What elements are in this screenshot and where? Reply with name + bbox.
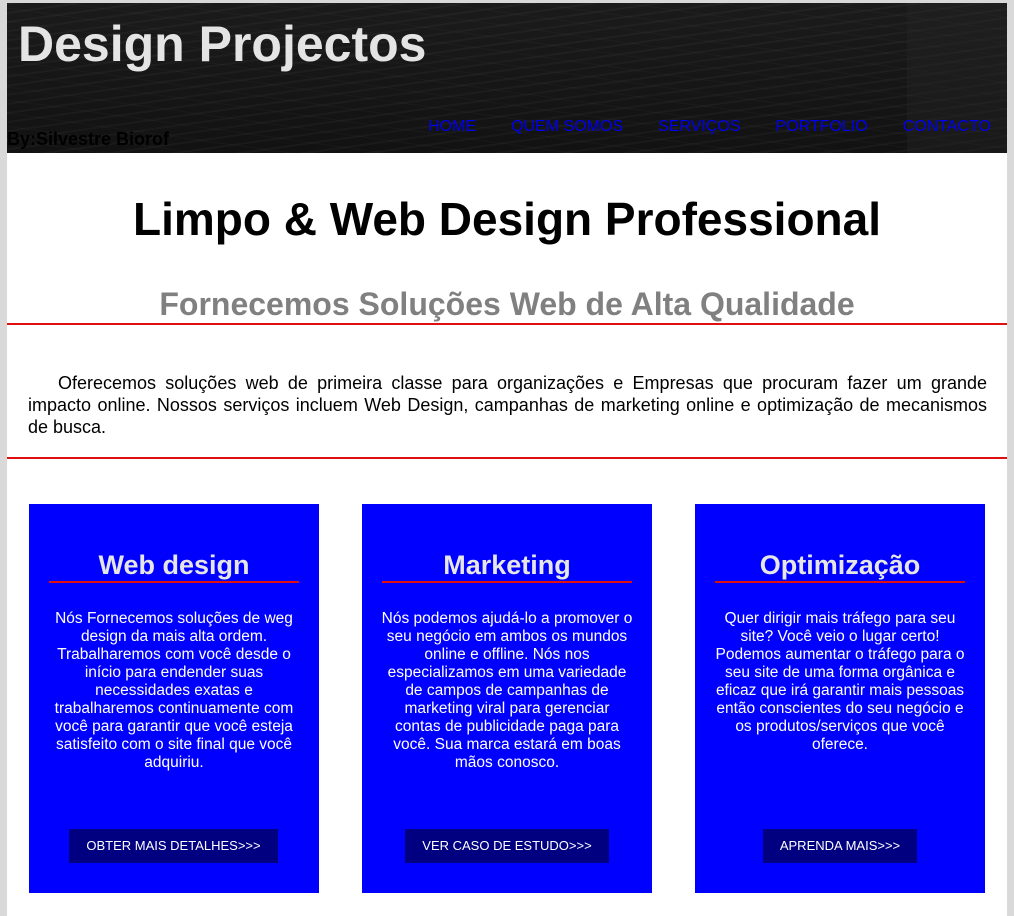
card-title: Optimização <box>759 550 921 580</box>
card-description: Nós Fornecemos soluções de weg design da… <box>54 610 294 771</box>
card-title-underline <box>382 581 632 583</box>
nav-link-servicos[interactable]: SERVIÇOS <box>658 117 740 137</box>
nav-link-contacto[interactable]: CONTACTO <box>903 117 991 137</box>
service-card-marketing: Marketing Nós podemos ajudá-lo a promove… <box>362 504 652 893</box>
card-description: Nós podemos ajudá-lo a promover o seu ne… <box>381 610 633 771</box>
service-card-optimization: Optimização Quer dirigir mais tráfego pa… <box>695 504 985 893</box>
card-title: Marketing <box>443 550 571 580</box>
case-study-button[interactable]: VER CASO DE ESTUDO>>> <box>405 829 609 863</box>
service-card-web-design: Web design Nós Fornecemos soluções de we… <box>29 504 319 893</box>
card-title-underline <box>715 581 965 583</box>
hero-title: Limpo & Web Design Professional <box>132 193 882 245</box>
page: Design Projectos HOME QUEM SOMOS SERVIÇO… <box>7 3 1007 916</box>
learn-more-button[interactable]: APRENDA MAIS>>> <box>763 829 917 863</box>
site-title: Design Projectos <box>18 16 427 72</box>
nav-link-portfolio[interactable]: PORTFOLIO <box>776 117 868 137</box>
card-description: Quer dirigir mais tráfego para seu site?… <box>715 610 965 753</box>
main-nav: HOME QUEM SOMOS SERVIÇOS PORTFOLIO CONTA… <box>393 117 991 137</box>
nav-link-quem-somos[interactable]: QUEM SOMOS <box>511 117 623 137</box>
divider-bottom <box>7 457 1007 459</box>
card-title-underline <box>49 581 299 583</box>
intro-paragraph: Oferecemos soluções web de primeira clas… <box>28 373 987 437</box>
author-byline: By:Silvestre Biorof <box>7 129 170 149</box>
get-details-button[interactable]: OBTER MAIS DETALHES>>> <box>69 829 278 863</box>
card-title: Web design <box>98 550 250 580</box>
nav-link-home[interactable]: HOME <box>428 117 476 137</box>
hero-subtitle: Fornecemos Soluções Web de Alta Qualidad… <box>159 286 855 322</box>
divider-top <box>7 323 1007 325</box>
